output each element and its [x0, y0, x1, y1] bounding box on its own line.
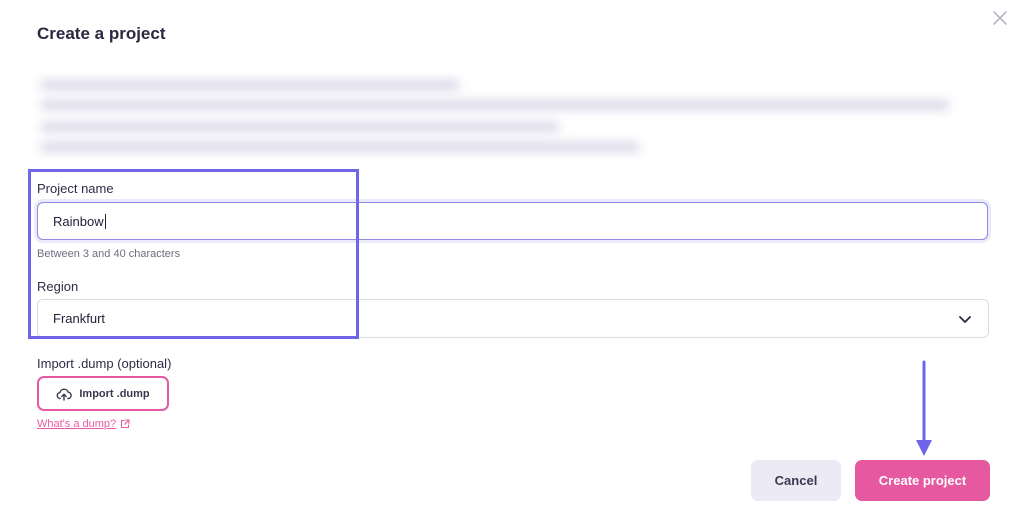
cancel-button[interactable]: Cancel [751, 460, 841, 501]
blurred-description [28, 66, 968, 162]
close-icon[interactable] [990, 8, 1010, 28]
import-dump-button-label: Import .dump [79, 387, 150, 400]
import-dump-button[interactable]: Import .dump [37, 376, 169, 411]
annotation-arrow [916, 360, 932, 456]
annotation-highlight-box [28, 169, 359, 339]
whats-a-dump-link[interactable]: What's a dump? [37, 418, 130, 430]
external-link-icon [121, 419, 130, 429]
whats-a-dump-link-text: What's a dump? [37, 418, 117, 430]
import-label: Import .dump (optional) [37, 356, 172, 371]
cloud-upload-icon [56, 388, 73, 401]
chevron-down-icon [959, 316, 971, 323]
create-project-button[interactable]: Create project [855, 460, 990, 501]
dialog-title: Create a project [37, 24, 166, 43]
